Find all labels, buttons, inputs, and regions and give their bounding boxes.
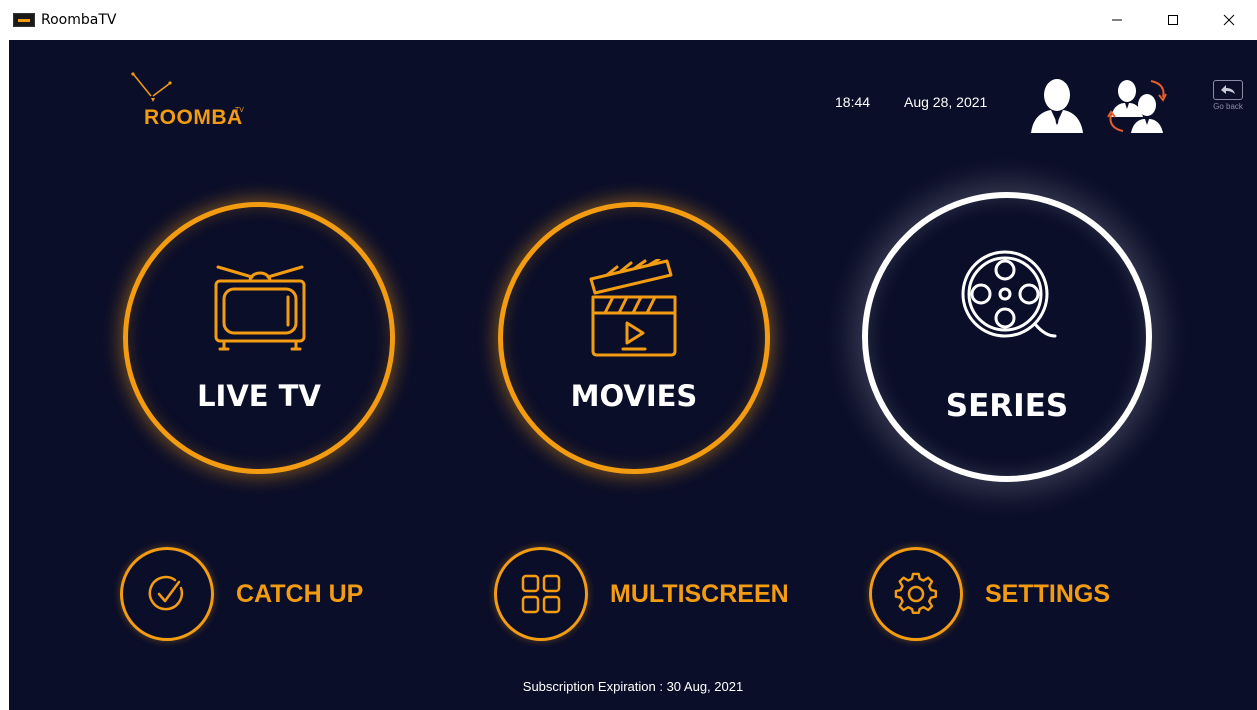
multiscreen-button[interactable]: MULTISCREEN [494, 547, 789, 641]
switch-user-button[interactable] [1105, 75, 1169, 135]
catch-up-button[interactable]: CATCH UP [120, 547, 363, 641]
grid-icon [521, 574, 561, 614]
window-titlebar: RoombaTV [9, 0, 1257, 40]
catch-up-circle [120, 547, 214, 641]
logo-trademark: TV [235, 107, 244, 114]
clock: 18:44 [835, 94, 871, 110]
go-back-label: Go back [1213, 102, 1243, 111]
movies-button[interactable]: MOVIES [498, 202, 770, 474]
check-circle-icon [148, 575, 184, 611]
app-icon [13, 13, 35, 27]
close-icon [1223, 14, 1235, 26]
go-back-box [1213, 80, 1243, 100]
multiscreen-label: MULTISCREEN [610, 579, 789, 608]
roomba-logo: ROOMBA TV [129, 70, 259, 130]
multiscreen-circle [494, 547, 588, 641]
catch-up-label: CATCH UP [236, 579, 364, 608]
live-tv-button[interactable]: LIVE TV [123, 202, 395, 474]
series-button[interactable]: SERIES [862, 192, 1152, 482]
minimize-button[interactable] [1089, 0, 1145, 40]
app-main: ROOMBA TV 18:44 Aug 28, 2021 Go back LIV… [9, 40, 1257, 710]
settings-label: SETTINGS [985, 579, 1111, 608]
movies-label: MOVIES [570, 379, 698, 413]
window-controls [1089, 0, 1257, 40]
close-button[interactable] [1201, 0, 1257, 40]
film-reel-icon [961, 250, 1057, 338]
tv-icon [214, 265, 306, 351]
window-title: RoombaTV [41, 12, 117, 28]
series-label: SERIES [945, 388, 1069, 424]
go-back-button[interactable]: Go back [1207, 80, 1249, 111]
live-tv-label: LIVE TV [197, 379, 321, 413]
date: Aug 28, 2021 [904, 94, 988, 110]
minimize-icon [1112, 19, 1122, 21]
settings-circle [869, 547, 963, 641]
maximize-button[interactable] [1145, 0, 1201, 40]
gear-icon [894, 572, 937, 615]
clapperboard-icon [589, 259, 677, 357]
settings-button[interactable]: SETTINGS [869, 547, 1110, 641]
back-arrow-icon [1221, 85, 1235, 94]
subscription-expiration: Subscription Expiration : 30 Aug, 2021 [522, 679, 744, 694]
switch-user-icon [1107, 80, 1167, 133]
user-profile-button[interactable] [1027, 75, 1087, 135]
user-icon [1031, 79, 1083, 133]
logo-text: ROOMBA [144, 106, 243, 129]
maximize-icon [1168, 15, 1178, 25]
